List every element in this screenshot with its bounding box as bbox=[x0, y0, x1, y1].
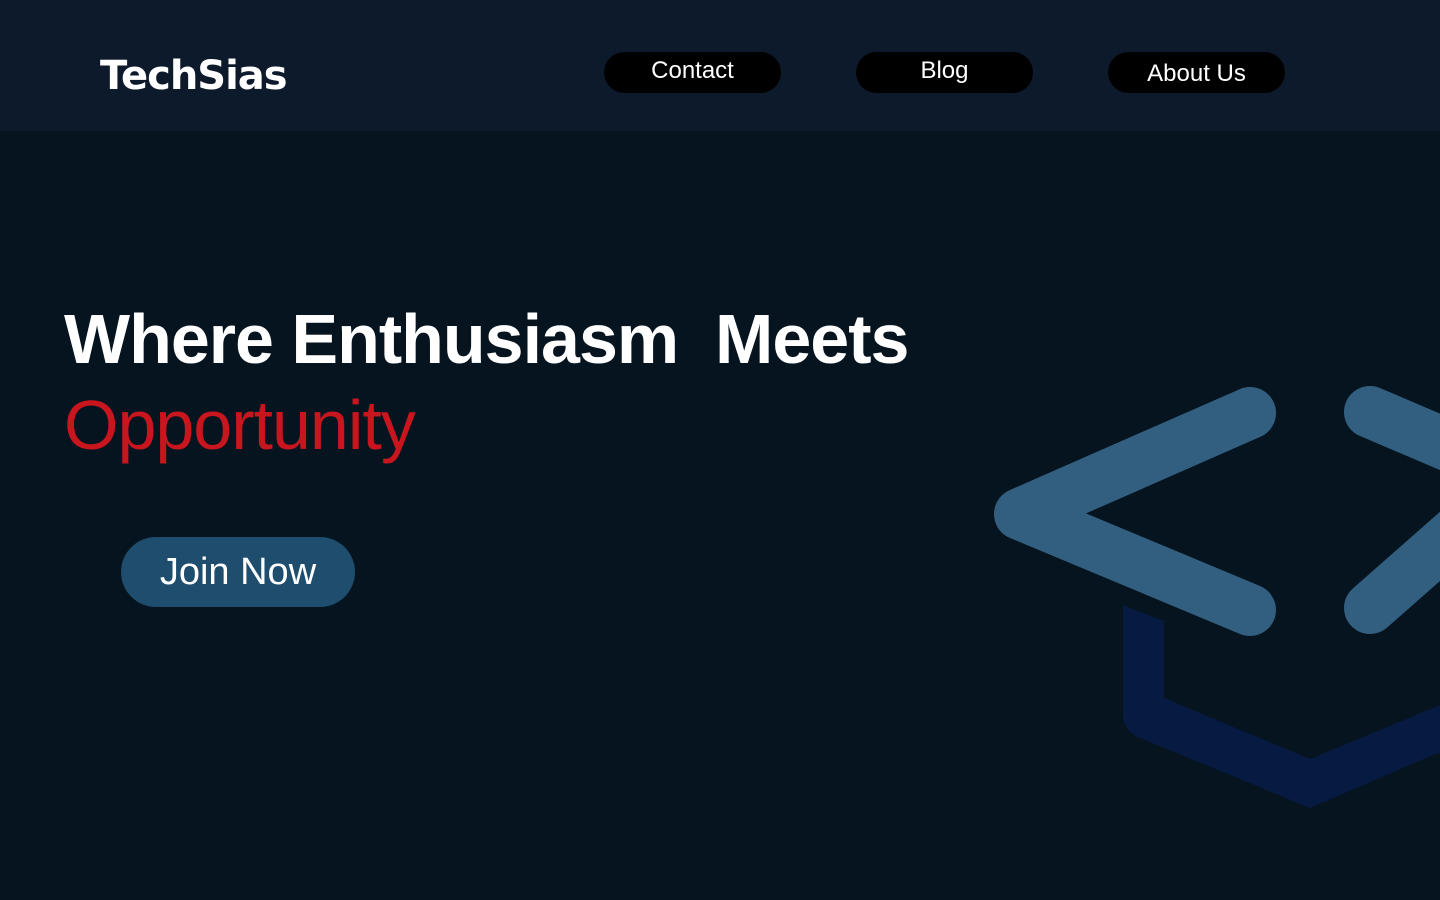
top-navbar: TechSias Contact Blog About Us bbox=[0, 0, 1440, 131]
nav-contact-button[interactable]: Contact bbox=[604, 52, 781, 93]
hero-headline-text: Where Enthusiasm Meets bbox=[64, 300, 909, 378]
hero-headline: Where Enthusiasm Meets Opportunity bbox=[64, 296, 909, 468]
left-angle-bracket bbox=[994, 387, 1276, 636]
code-brackets-graduation-icon bbox=[994, 386, 1440, 808]
brand-logo[interactable]: TechSias bbox=[100, 50, 288, 102]
nav-blog-button[interactable]: Blog bbox=[856, 52, 1033, 93]
right-angle-bracket bbox=[1344, 386, 1440, 634]
graduation-cap-base bbox=[1123, 605, 1440, 808]
join-now-button[interactable]: Join Now bbox=[121, 537, 355, 607]
landing-page: TechSias Contact Blog About Us Where Ent… bbox=[0, 0, 1440, 900]
nav-about-us-button[interactable]: About Us bbox=[1108, 52, 1285, 93]
hero-headline-accent: Opportunity bbox=[64, 386, 416, 464]
